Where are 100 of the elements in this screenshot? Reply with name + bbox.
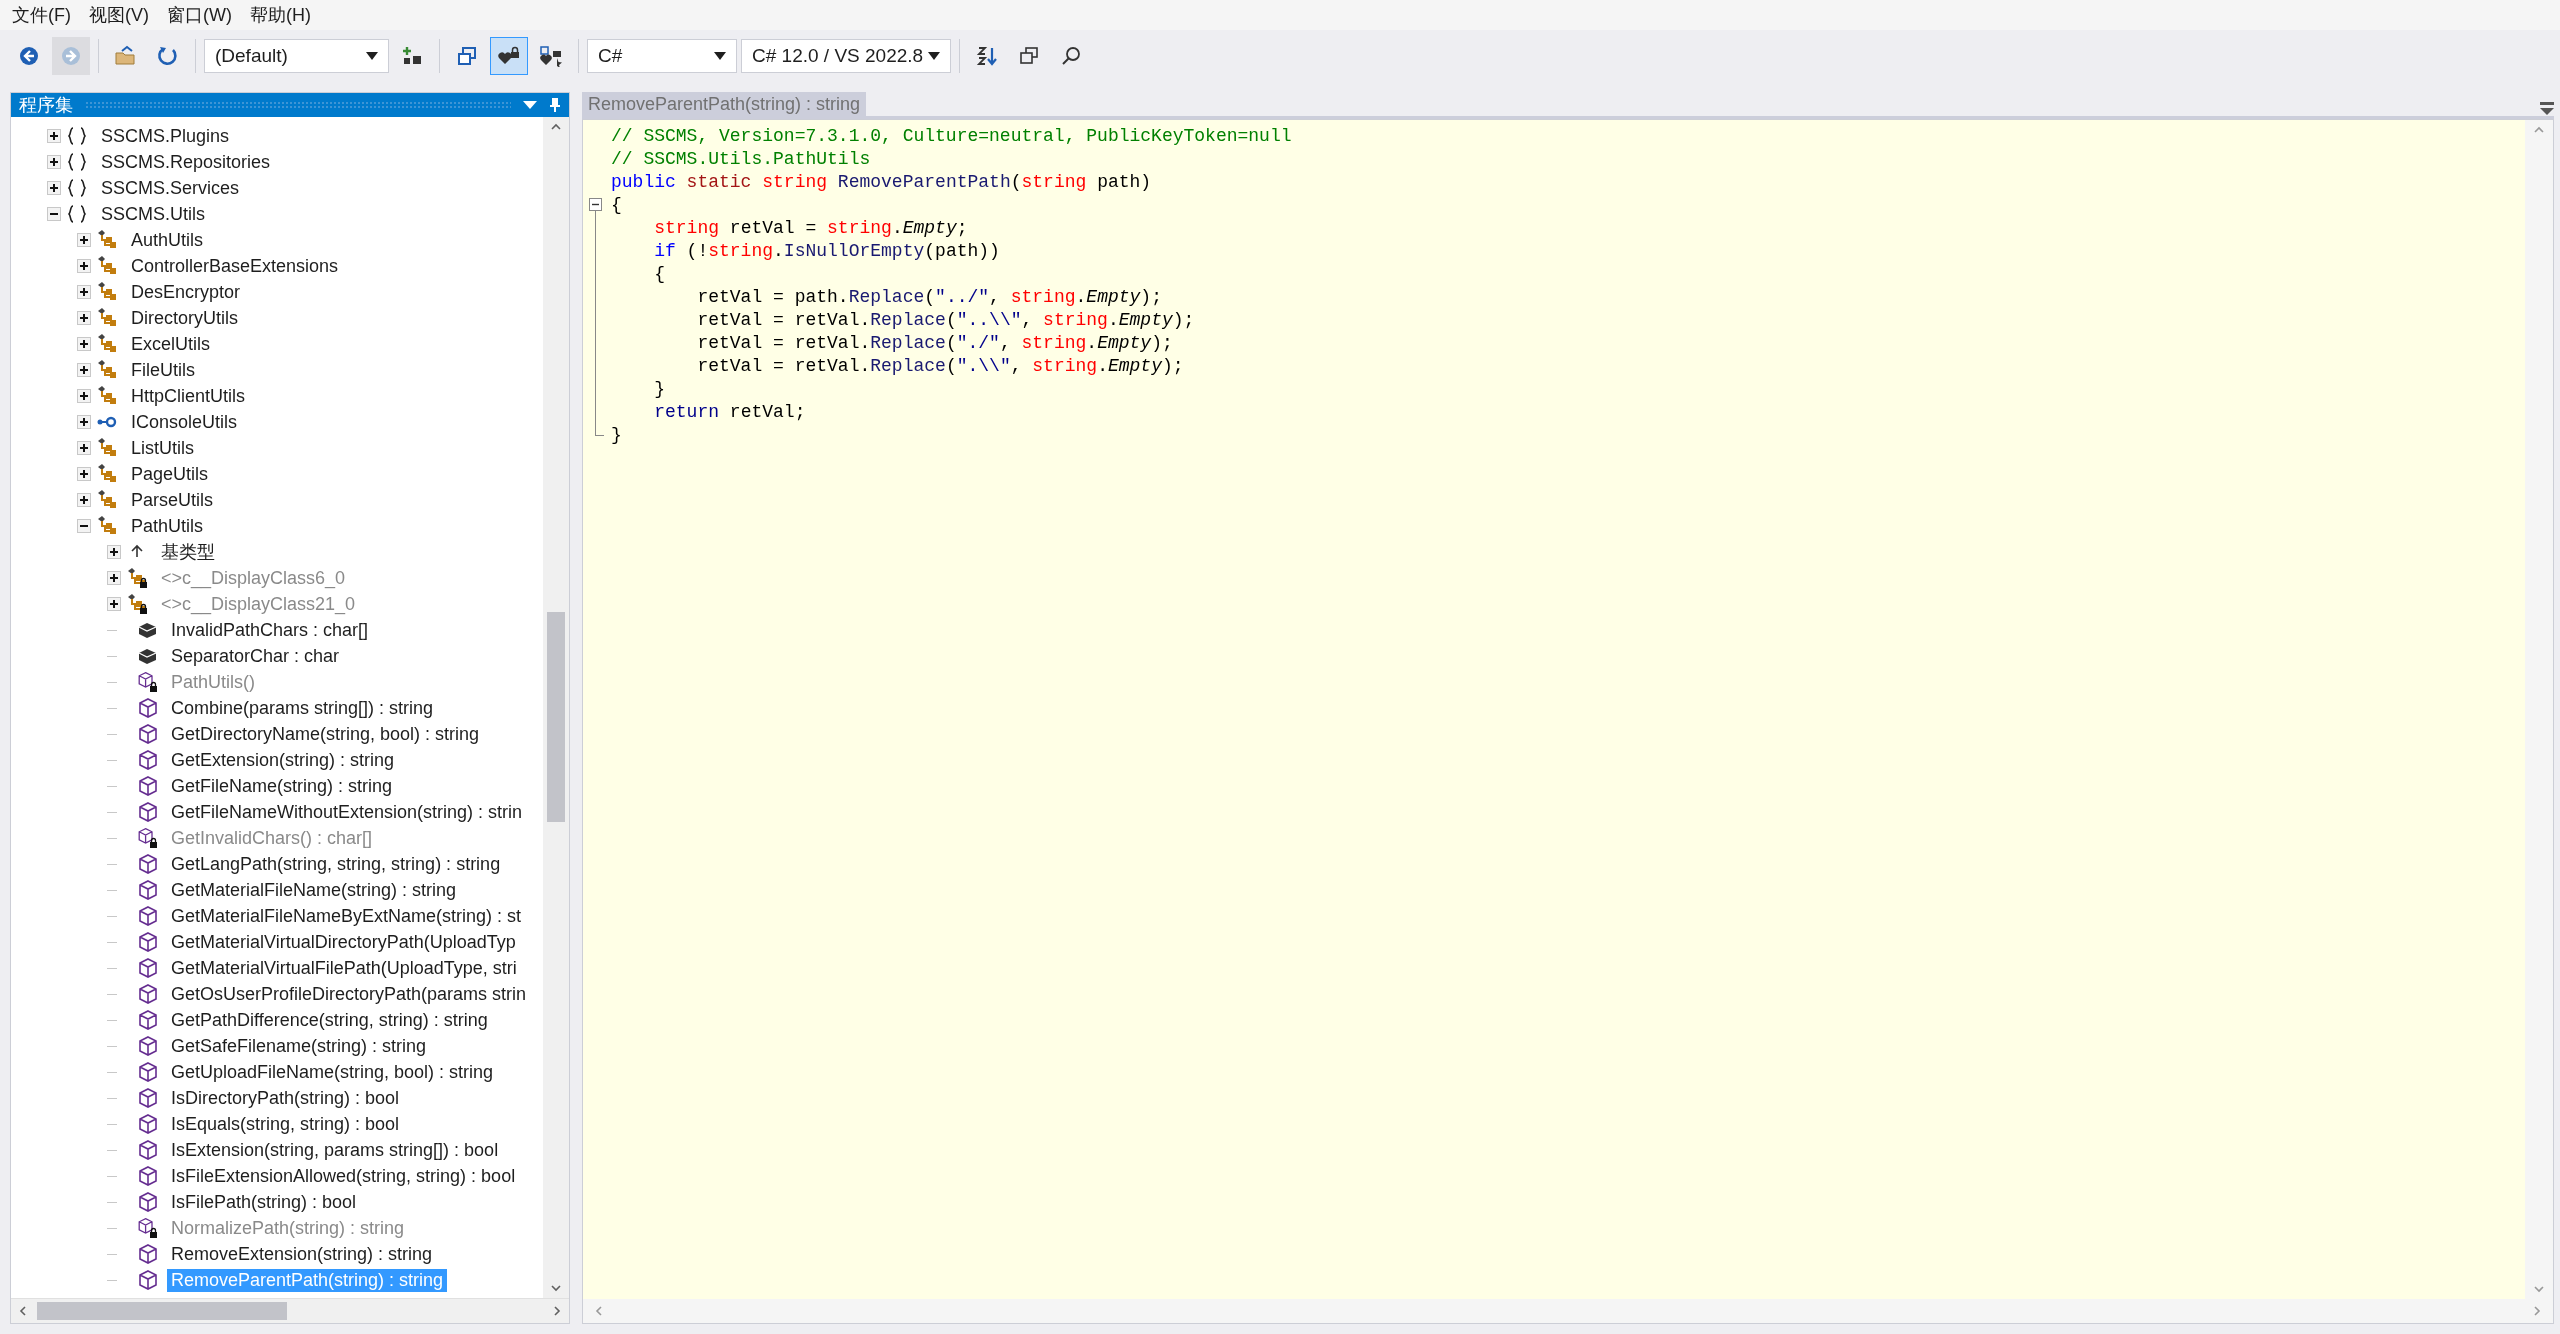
tree-item[interactable]: SSCMS.Plugins xyxy=(97,124,234,148)
expand-icon[interactable] xyxy=(77,311,91,325)
tree-item[interactable]: GetInvalidChars() : char[] xyxy=(167,826,377,850)
expand-icon[interactable] xyxy=(77,467,91,481)
expand-icon[interactable] xyxy=(107,545,121,559)
class-icon xyxy=(96,385,118,407)
tree-item[interactable]: AuthUtils xyxy=(127,228,208,252)
tree-item[interactable]: IsEquals(string, string) : bool xyxy=(167,1112,404,1136)
tree-item[interactable]: GetSafeFilename(string) : string xyxy=(167,1034,431,1058)
expand-icon[interactable] xyxy=(77,337,91,351)
tree-item[interactable]: <>c__DisplayClass21_0 xyxy=(157,592,360,616)
expand-icon[interactable] xyxy=(47,155,61,169)
caret-icon xyxy=(366,52,378,60)
scroll-left-icon[interactable] xyxy=(593,1305,605,1317)
method-icon xyxy=(136,957,158,979)
method-icon xyxy=(136,983,158,1005)
expand-icon[interactable] xyxy=(77,285,91,299)
scroll-down-icon[interactable] xyxy=(550,1282,562,1294)
tree-item[interactable]: ControllerBaseExtensions xyxy=(127,254,343,278)
panel-title: 程序集 xyxy=(19,94,73,117)
dropdown[interactable]: C# xyxy=(587,39,737,73)
code-line: } xyxy=(611,424,622,445)
tree-item[interactable]: PageUtils xyxy=(127,462,213,486)
tree-item[interactable]: PathUtils() xyxy=(167,670,259,694)
dropdown-icon[interactable] xyxy=(2540,102,2554,116)
tree-item[interactable]: <>c__DisplayClass6_0 xyxy=(157,566,350,590)
tree-item[interactable]: GetMaterialFileName(string) : string xyxy=(167,878,461,902)
folder-icon xyxy=(114,45,138,67)
tree-item[interactable]: GetExtension(string) : string xyxy=(167,748,399,772)
dropdown[interactable]: (Default) xyxy=(204,39,389,73)
menu-item[interactable]: 帮助(H) xyxy=(241,3,321,27)
tree-item[interactable]: ListUtils xyxy=(127,436,198,460)
tree-item[interactable]: IsDirectoryPath(string) : bool xyxy=(167,1086,404,1110)
sort-icon xyxy=(976,45,998,67)
menu-item[interactable]: 视图(V) xyxy=(81,3,159,27)
tree-item[interactable]: SSCMS.Repositories xyxy=(97,150,275,174)
tree-item[interactable]: HttpClientUtils xyxy=(127,384,250,408)
tree-item[interactable]: ParseUtils xyxy=(127,488,218,512)
tree-item[interactable]: InvalidPathChars : char[] xyxy=(167,618,373,642)
expand-icon[interactable] xyxy=(47,129,61,143)
tree-item[interactable]: SSCMS.Utils xyxy=(97,202,209,226)
tree-item[interactable]: IConsoleUtils xyxy=(127,410,242,434)
tree-item[interactable]: SeparatorChar : char xyxy=(167,644,344,668)
tree-item[interactable]: GetFileName(string) : string xyxy=(167,774,397,798)
tree-item[interactable]: GetDirectoryName(string, bool) : string xyxy=(167,722,484,746)
private-class-icon xyxy=(126,593,148,615)
tree-item[interactable]: IsFileExtensionAllowed(string, string) : bool xyxy=(167,1164,520,1188)
scroll-down-icon[interactable] xyxy=(2533,1283,2545,1295)
method-icon xyxy=(136,1165,158,1187)
class-icon xyxy=(96,463,118,485)
tree-item[interactable]: GetMaterialFileNameByExtName(string) : st xyxy=(167,904,526,928)
tree-item[interactable]: GetUploadFileName(string, bool) : string xyxy=(167,1060,498,1084)
expand-icon[interactable] xyxy=(77,389,91,403)
tree-item[interactable]: Combine(params string[]) : string xyxy=(167,696,438,720)
tree-item[interactable]: DirectoryUtils xyxy=(127,306,242,330)
tree-item[interactable]: IsFilePath(string) : bool xyxy=(167,1190,361,1214)
tree-item[interactable]: RemoveExtension(string) : string xyxy=(167,1242,437,1266)
expand-icon[interactable] xyxy=(77,363,91,377)
scrollbar-thumb[interactable] xyxy=(37,1302,287,1320)
expand-icon[interactable] xyxy=(77,233,91,247)
expand-icon[interactable] xyxy=(107,571,121,585)
menu-item[interactable]: 文件(F) xyxy=(4,3,81,27)
tree-item[interactable]: FileUtils xyxy=(127,358,199,382)
expand-icon[interactable] xyxy=(77,493,91,507)
pin-icon[interactable] xyxy=(549,97,561,113)
expand-icon[interactable] xyxy=(47,181,61,195)
method-icon xyxy=(136,1087,158,1109)
scroll-right-icon[interactable] xyxy=(551,1305,563,1317)
tree-item[interactable]: NormalizePath(string) : string xyxy=(167,1216,409,1240)
tree-item[interactable]: IsExtension(string, params string[]) : bool xyxy=(167,1138,503,1162)
tree-item[interactable]: SSCMS.Services xyxy=(97,176,244,200)
scroll-left-icon[interactable] xyxy=(17,1305,29,1317)
tree-item[interactable]: GetPathDifference(string, string) : string xyxy=(167,1008,492,1032)
code-line: retVal = retVal.Replace("..\\", string.Empty); xyxy=(696,309,1195,330)
tree-item[interactable]: GetMaterialVirtualDirectoryPath(UploadTyp xyxy=(167,930,520,954)
tree-item[interactable]: PathUtils xyxy=(127,514,208,538)
scroll-right-icon[interactable] xyxy=(2531,1305,2543,1317)
dropdown-icon[interactable] xyxy=(523,100,537,110)
tree-item[interactable]: GetFileNameWithoutExtension(string) : strin xyxy=(167,800,527,824)
tree-item[interactable]: 基类型 xyxy=(157,539,219,565)
dropdown[interactable]: C# 12.0 / VS 2022.8 xyxy=(741,39,951,73)
expand-icon[interactable] xyxy=(77,441,91,455)
tree-item[interactable]: GetOsUserProfileDirectoryPath(params strin xyxy=(167,982,531,1006)
menu-item[interactable]: 窗口(W) xyxy=(159,3,242,27)
tree-item[interactable]: GetMaterialVirtualFilePath(UploadType, stri xyxy=(167,956,521,980)
scrollbar-thumb[interactable] xyxy=(547,612,565,822)
tree-item[interactable]: GetLangPath(string, string, string) : string xyxy=(167,852,505,876)
expand-icon[interactable] xyxy=(107,597,121,611)
collapse-icon[interactable] xyxy=(47,207,61,221)
code-line: if (!string.IsNullOrEmpty(path)) xyxy=(653,240,1000,261)
expand-icon[interactable] xyxy=(77,259,91,273)
method-icon xyxy=(136,1243,158,1265)
method-icon xyxy=(136,723,158,745)
tree-item[interactable]: ExcelUtils xyxy=(127,332,214,356)
tree-item[interactable]: DesEncryptor xyxy=(127,280,245,304)
class-icon xyxy=(96,307,118,329)
toolbar-button[interactable] xyxy=(490,37,528,75)
collapse-icon[interactable] xyxy=(77,519,91,533)
expand-icon[interactable] xyxy=(77,415,91,429)
method-icon xyxy=(136,1035,158,1057)
